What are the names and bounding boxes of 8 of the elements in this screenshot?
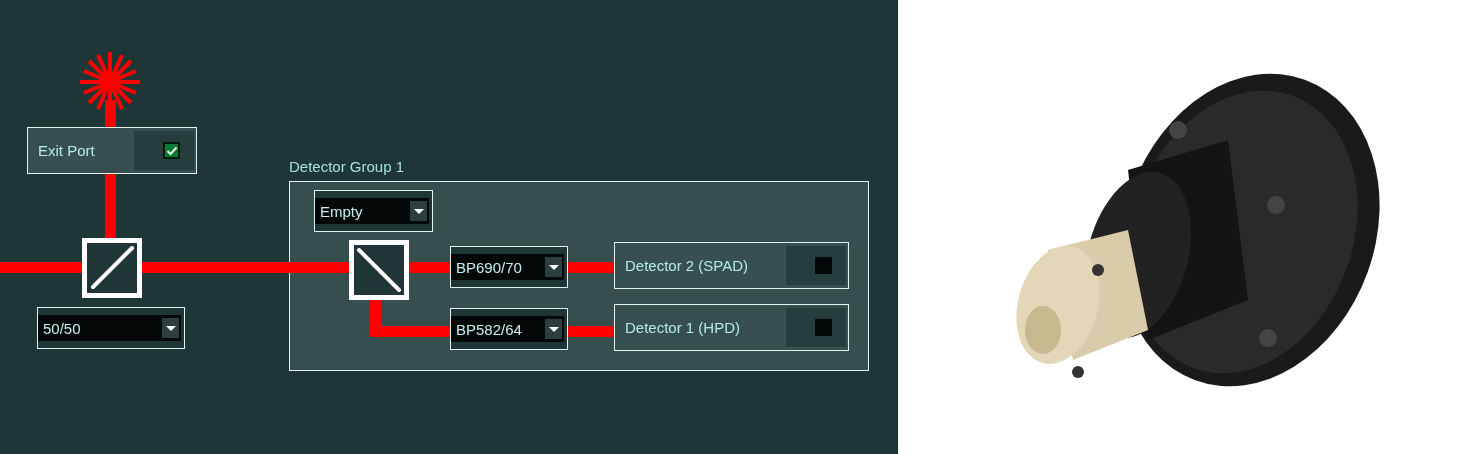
- splitter-dropdown[interactable]: 50/50: [37, 307, 185, 349]
- filter-dropdown[interactable]: BP582/64: [450, 308, 568, 350]
- exit-port-label: Exit Port: [37, 141, 96, 161]
- filter-dropdown[interactable]: BP690/70: [450, 246, 568, 288]
- detector-label: Detector 2 (SPAD): [624, 256, 750, 276]
- detector-label: Detector 1 (HPD): [624, 318, 742, 338]
- splitter-dropdown[interactable]: Empty: [314, 190, 433, 232]
- group-title: Detector Group 1: [289, 158, 405, 175]
